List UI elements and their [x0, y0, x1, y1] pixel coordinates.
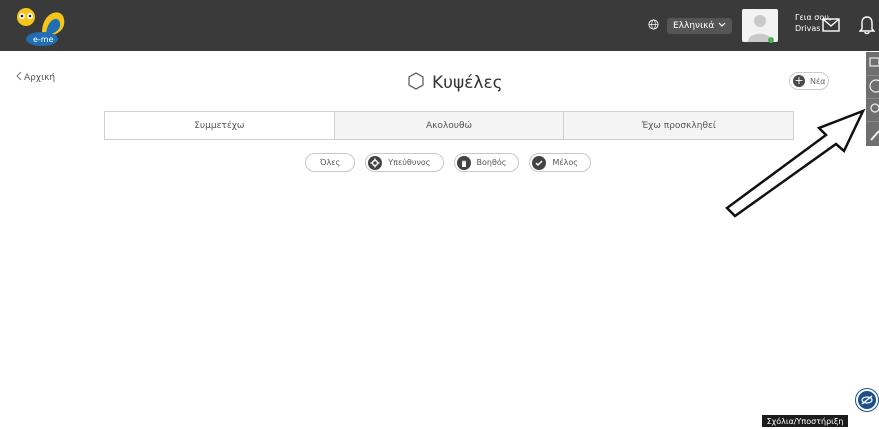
tab-following[interactable]: Ακολουθώ — [335, 112, 565, 139]
tab-bar: Συμμετέχω Ακολουθώ Έχω προσκληθεί — [104, 111, 794, 140]
chevron-down-icon — [718, 21, 726, 31]
plus-icon: + — [793, 74, 805, 87]
filter-all[interactable]: Όλες — [305, 153, 356, 172]
online-status-indicator — [768, 37, 774, 43]
eye-slash-icon[interactable] — [856, 389, 878, 411]
check-icon — [532, 155, 547, 170]
language-select[interactable]: Ελληνικά — [667, 18, 733, 34]
page-title: Κυψέλες — [432, 72, 503, 93]
logo-text: e-me — [33, 35, 54, 44]
tab-label: Έχω προσκληθεί — [641, 120, 716, 131]
bell-icon[interactable] — [858, 15, 876, 35]
role-filters: Όλες Υπεύθυνος Βοηθός Μέλος — [305, 153, 592, 172]
chevron-left-icon — [16, 71, 22, 84]
filter-assistant[interactable]: Βοηθός — [453, 153, 520, 172]
globe-icon[interactable] — [648, 19, 659, 33]
filter-label: Όλες — [320, 158, 341, 167]
new-label: Νέα — [810, 76, 826, 86]
filter-member[interactable]: Μέλος — [529, 153, 592, 172]
circle-icon[interactable] — [866, 75, 879, 99]
feedback-button[interactable]: Σχόλια/Υποστήριξη — [762, 415, 848, 427]
language-area: Ελληνικά — [648, 18, 733, 34]
filter-label: Μέλος — [552, 158, 579, 167]
back-label: Αρχική — [24, 72, 56, 83]
e-me-logo[interactable]: e-me — [12, 3, 82, 47]
tab-participating[interactable]: Συμμετέχω — [105, 112, 335, 139]
tab-label: Συμμετέχω — [194, 120, 245, 131]
tab-label: Ακολουθώ — [425, 120, 473, 131]
filter-label: Υπεύθυνος — [388, 158, 431, 167]
new-button[interactable]: + Νέα — [789, 72, 829, 90]
hand-icon — [456, 155, 471, 170]
back-link[interactable]: Αρχική — [16, 71, 55, 84]
annotation-arrow — [725, 108, 866, 218]
comment-icon[interactable] — [866, 52, 879, 76]
filter-label: Βοηθός — [476, 158, 507, 167]
gear-icon — [368, 155, 383, 170]
language-label: Ελληνικά — [673, 21, 715, 31]
top-bar: e-me Ελληνικά Γεια σου, Drivas — [0, 0, 879, 51]
mail-icon[interactable] — [822, 17, 840, 33]
page-title-area: Κυψέλες — [408, 72, 503, 93]
filter-manager[interactable]: Υπεύθυνος — [365, 153, 444, 172]
hexagon-icon — [408, 72, 424, 93]
